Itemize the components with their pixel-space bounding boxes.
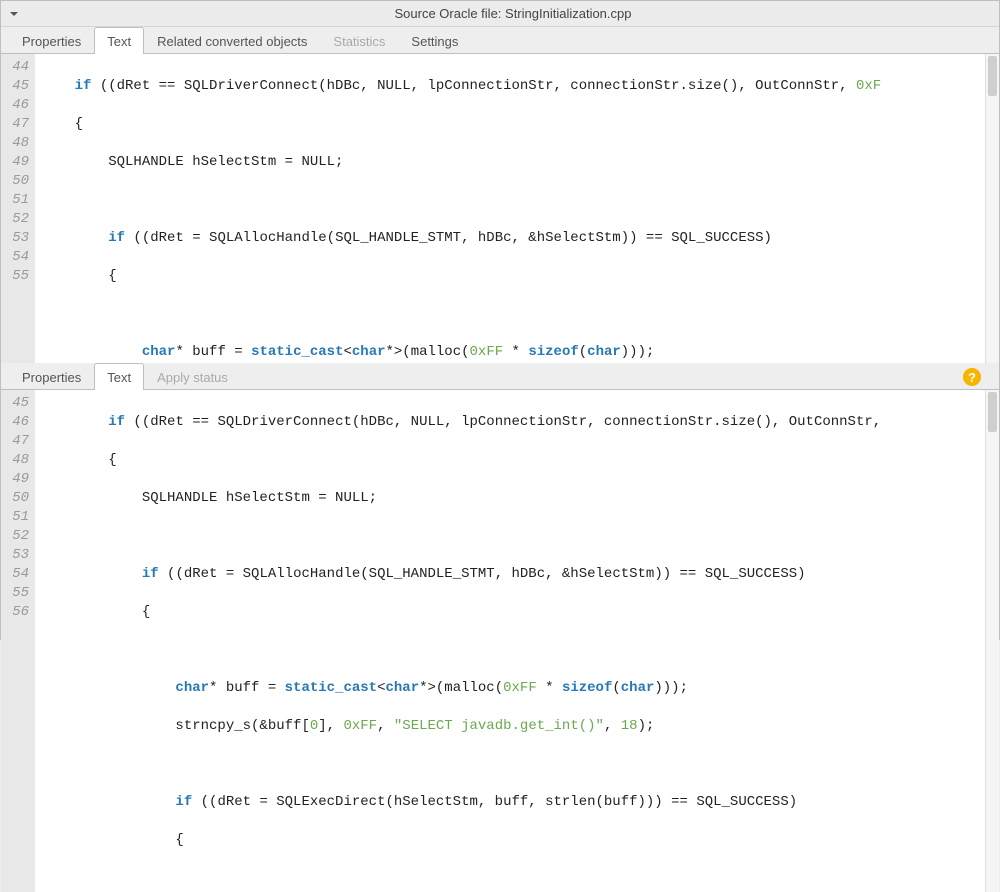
target-vscroll-thumb[interactable] xyxy=(988,392,997,432)
target-vertical-scrollbar[interactable] xyxy=(985,390,999,892)
help-icon[interactable]: ? xyxy=(963,368,981,386)
target-panel: Target Amazon RDS for PostgreSQL file: S… xyxy=(0,337,1000,640)
source-vscroll-thumb[interactable] xyxy=(988,56,997,96)
tab-text[interactable]: Text xyxy=(94,27,144,54)
source-panel-header: Source Oracle file: StringInitialization… xyxy=(1,1,999,27)
tab-properties-target[interactable]: Properties xyxy=(9,363,94,390)
source-panel: Source Oracle file: StringInitialization… xyxy=(0,0,1000,337)
collapse-source-icon[interactable] xyxy=(1,1,27,27)
target-gutter: 454647484950515253545556 xyxy=(1,390,35,892)
tab-related[interactable]: Related converted objects xyxy=(144,27,320,54)
tab-text-target[interactable]: Text xyxy=(94,363,144,390)
target-tabbar: Properties Text Apply status ? xyxy=(1,363,999,390)
tab-apply-status: Apply status xyxy=(144,363,241,390)
target-code[interactable]: if ((dRet == SQLDriverConnect(hDBc, NULL… xyxy=(35,390,999,892)
source-panel-title: Source Oracle file: StringInitialization… xyxy=(27,6,999,21)
tab-settings[interactable]: Settings xyxy=(398,27,471,54)
target-editor[interactable]: 454647484950515253545556 if ((dRet == SQ… xyxy=(1,390,999,892)
tab-statistics: Statistics xyxy=(320,27,398,54)
source-tabbar: Properties Text Related converted object… xyxy=(1,27,999,54)
tab-properties[interactable]: Properties xyxy=(9,27,94,54)
